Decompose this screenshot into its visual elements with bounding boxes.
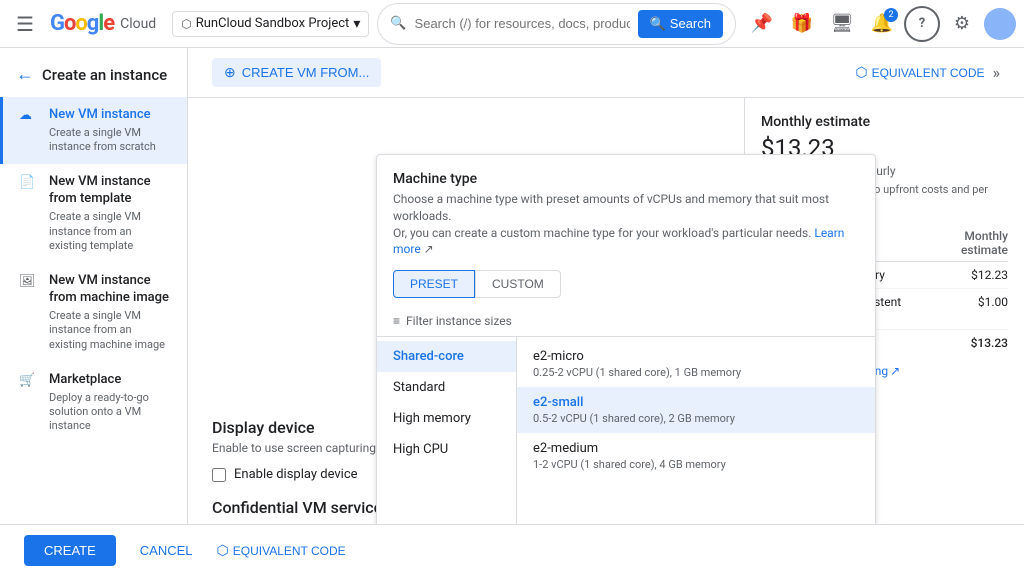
code-icon: ⬡ <box>855 64 867 81</box>
project-selector[interactable]: ⬡ RunCloud Sandbox Project ▾ <box>172 11 369 37</box>
cost-title: Monthly estimate <box>761 114 1008 130</box>
instance-e2-micro[interactable]: e2-micro 0.25-2 vCPU (1 shared core), 1 … <box>517 341 875 387</box>
instance-list: e2-micro 0.25-2 vCPU (1 shared core), 1 … <box>517 337 875 537</box>
category-list: Shared-core Standard High memory High CP… <box>377 337 517 537</box>
search-input[interactable] <box>415 16 630 31</box>
preset-custom-tabs: PRESET CUSTOM <box>393 270 859 298</box>
project-label: RunCloud Sandbox Project <box>196 16 350 31</box>
filter-bar[interactable]: ≡ Filter instance sizes <box>377 306 875 337</box>
notification-badge: 2 <box>884 8 898 22</box>
search-icon: 🔍 <box>390 16 406 31</box>
search-btn-label: Search <box>670 16 711 31</box>
panel-desc: Choose a machine type with preset amount… <box>393 191 859 258</box>
row-cost-total: $13.23 <box>918 329 1008 356</box>
sidebar-title: Create an instance <box>42 66 167 84</box>
cancel-button[interactable]: CANCEL <box>188 535 205 566</box>
e2-small-desc: 0.5-2 vCPU (1 shared core), 2 GB memory <box>533 412 859 425</box>
search-bar[interactable]: 🔍 🔍 Search <box>377 3 736 45</box>
sidebar-item-marketplace[interactable]: 🛒 Marketplace Deploy a ready-to-go solut… <box>0 362 187 444</box>
create-vm-from-button[interactable]: ⊕ CREATE VM FROM... <box>212 58 381 87</box>
marketplace-desc: Deploy a ready-to-go solution onto a VM … <box>49 391 171 434</box>
cloud-text: Cloud <box>120 16 156 32</box>
create-vm-label: CREATE VM FROM... <box>242 65 370 80</box>
cost-header: Monthly estimate <box>918 225 1008 262</box>
machine-image-desc: Create a single VM instance from an exis… <box>49 309 171 352</box>
new-vm-title: New VM instance <box>49 107 171 124</box>
panel-title: Machine type <box>393 171 859 187</box>
create-header: ⊕ CREATE VM FROM... ⬡ EQUIVALENT CODE » <box>188 48 1024 98</box>
machine-image-title: New VM instance from machine image <box>49 273 171 307</box>
e2-small-name: e2-small <box>533 395 859 410</box>
e2-micro-desc: 0.25-2 vCPU (1 shared core), 1 GB memory <box>533 366 859 379</box>
code-brackets-icon: ⬡ <box>217 542 229 559</box>
machine-type-panel: Machine type Choose a machine type with … <box>376 154 876 538</box>
category-shared-core[interactable]: Shared-core <box>377 341 516 372</box>
back-button[interactable]: ← <box>16 64 34 85</box>
filter-icon: ≡ <box>393 314 400 328</box>
sidebar-item-new-vm[interactable]: ☁ New VM instance Create a single VM ins… <box>0 97 187 164</box>
external-link-icon: ↗ <box>890 364 900 378</box>
marketplace-icon: 🛒 <box>19 373 37 391</box>
display-device-checkbox-label: Enable display device <box>234 467 358 482</box>
sidebar-item-vm-machine-image[interactable]: 🖼 New VM instance from machine image Cre… <box>0 263 187 362</box>
filter-label: Filter instance sizes <box>406 314 512 328</box>
footer-equivalent-code-button[interactable]: ⬡ EQUIVALENT CODE <box>217 542 346 559</box>
user-avatar[interactable] <box>984 8 1016 40</box>
nav-icons: 📌 🎁 🖥 🔔 2 ? ⚙ <box>744 6 1016 42</box>
project-chevron: ▾ <box>353 16 360 32</box>
confidential-vm-title: Confidential VM service <box>212 498 382 517</box>
instance-e2-medium[interactable]: e2-medium 1-2 vCPU (1 shared core), 4 GB… <box>517 433 875 479</box>
category-high-memory[interactable]: High memory <box>377 403 516 434</box>
vm-template-icon: 📄 <box>19 175 37 193</box>
display-device-checkbox[interactable] <box>212 468 226 482</box>
footer-equivalent-code-label: EQUIVALENT CODE <box>233 544 346 558</box>
dropdown-body: Shared-core Standard High memory High CP… <box>377 337 875 537</box>
e2-medium-desc: 1-2 vCPU (1 shared core), 4 GB memory <box>533 458 859 471</box>
pin-icon[interactable]: 📌 <box>744 6 780 42</box>
machine-image-icon: 🖼 <box>19 274 37 292</box>
vm-template-desc: Create a single VM instance from an exis… <box>49 210 171 253</box>
search-icon-btn: 🔍 <box>650 16 666 32</box>
google-cloud-logo: Google Cloud <box>50 11 156 36</box>
learn-more-link[interactable]: Learn more <box>393 226 844 257</box>
marketplace-title: Marketplace <box>49 372 171 389</box>
sidebar-item-vm-template[interactable]: 📄 New VM instance from template Create a… <box>0 164 187 263</box>
category-high-cpu[interactable]: High CPU <box>377 434 516 465</box>
sidebar-header: ← Create an instance <box>0 56 187 97</box>
header-right: ⬡ EQUIVALENT CODE » <box>855 63 1000 82</box>
panel-header: Machine type Choose a machine type with … <box>377 155 875 306</box>
help-icon[interactable]: ? <box>904 6 940 42</box>
vm-template-title: New VM instance from template <box>49 174 171 208</box>
screen-icon[interactable]: 🖥 <box>824 6 860 42</box>
new-vm-desc: Create a single VM instance from scratch <box>49 126 171 155</box>
search-button[interactable]: 🔍 Search <box>638 10 723 38</box>
footer-bar: CREATE CANCEL ⬡ EQUIVALENT CODE <box>188 524 1024 576</box>
row-cost-1: $12.23 <box>918 261 1008 288</box>
main-content: ⊕ CREATE VM FROM... ⬡ EQUIVALENT CODE » … <box>188 48 1024 576</box>
custom-tab[interactable]: CUSTOM <box>475 270 561 298</box>
e2-micro-name: e2-micro <box>533 349 859 364</box>
hamburger-menu[interactable]: ☰ <box>8 4 42 44</box>
new-vm-icon: ☁ <box>19 108 37 126</box>
notification-icon[interactable]: 🔔 2 <box>864 6 900 42</box>
category-standard[interactable]: Standard <box>377 372 516 403</box>
equivalent-code-label: EQUIVALENT CODE <box>872 66 985 80</box>
settings-icon[interactable]: ⚙ <box>944 6 980 42</box>
vm-icon: ⊕ <box>224 64 236 81</box>
row-cost-2: $1.00 <box>918 288 1008 329</box>
page: ← Create an instance ☁ New VM instance C… <box>0 48 1024 576</box>
instance-e2-small[interactable]: e2-small 0.5-2 vCPU (1 shared core), 2 G… <box>517 387 875 433</box>
gift-icon[interactable]: 🎁 <box>784 6 820 42</box>
top-nav: ☰ Google Cloud ⬡ RunCloud Sandbox Projec… <box>0 0 1024 48</box>
sidebar: ← Create an instance ☁ New VM instance C… <box>0 48 188 576</box>
expand-panel-icon[interactable]: » <box>993 63 1001 82</box>
equivalent-code-button[interactable]: ⬡ EQUIVALENT CODE <box>855 64 984 81</box>
preset-tab[interactable]: PRESET <box>393 270 475 298</box>
e2-medium-name: e2-medium <box>533 441 859 456</box>
